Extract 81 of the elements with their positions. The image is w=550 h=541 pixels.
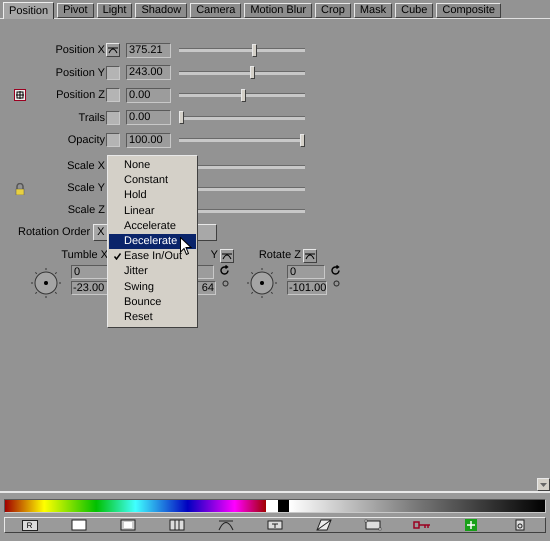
value-field[interactable]: 100.00: [126, 132, 171, 148]
value-field[interactable]: 243.00: [126, 65, 171, 80]
curve-icon: [108, 46, 118, 54]
keyframe-toggle[interactable]: [106, 88, 120, 102]
param-label: Scale Y: [66, 181, 106, 196]
value-field[interactable]: 0.00: [126, 88, 171, 103]
param-label: Opacity: [66, 133, 106, 148]
curve-toggle[interactable]: [303, 248, 317, 262]
menu-item[interactable]: None: [109, 158, 196, 174]
menu-item[interactable]: Decelerate: [109, 234, 196, 250]
menu-item[interactable]: Bounce: [109, 294, 196, 310]
tab[interactable]: Light: [96, 3, 132, 18]
slider[interactable]: [179, 111, 305, 124]
param-label: Y: [210, 248, 218, 264]
keyframe-toggle[interactable]: [106, 133, 120, 148]
toolbar-button[interactable]: [362, 518, 384, 532]
menu-item[interactable]: Reset: [109, 310, 196, 326]
tab[interactable]: Camera: [190, 3, 242, 18]
slider[interactable]: [179, 88, 305, 102]
rotation-dial-icon[interactable]: [30, 266, 62, 298]
value-field[interactable]: 375.21: [126, 42, 171, 58]
menu-item[interactable]: Linear: [109, 204, 196, 219]
menu-item[interactable]: Accelerate: [109, 218, 196, 234]
menu-item[interactable]: Ease In/Out: [109, 249, 196, 264]
lock-icon: [15, 182, 25, 194]
tab[interactable]: Cube: [395, 3, 434, 18]
param-label: Rotation Order: [18, 225, 90, 240]
slider-thumb[interactable]: [240, 88, 246, 102]
reset-icon: [330, 264, 341, 276]
param-label: Trails: [78, 110, 106, 126]
frame-icon: [70, 519, 88, 531]
scroll-down-button[interactable]: [537, 478, 550, 491]
letter-box-icon: R: [22, 520, 38, 530]
gradient-frame-icon: [118, 519, 137, 531]
value-field[interactable]: 0.00: [126, 110, 171, 126]
tab[interactable]: Shadow: [135, 3, 188, 18]
slider[interactable]: [179, 66, 305, 80]
key-icon: [413, 519, 432, 531]
down-arrow-icon: [540, 482, 547, 486]
curve-icon: [216, 519, 235, 531]
value-field[interactable]: -101.00: [287, 280, 327, 294]
tab[interactable]: Position: [3, 2, 54, 19]
slider[interactable]: [179, 44, 305, 57]
menu-item[interactable]: Hold: [109, 188, 196, 204]
param-label: Position Y: [54, 66, 106, 80]
menu-item[interactable]: Jitter: [109, 264, 196, 280]
slider-thumb[interactable]: [300, 134, 305, 147]
param-label: Rotate Z: [258, 248, 301, 264]
value-field[interactable]: 0: [287, 264, 325, 278]
curve-icon: [305, 252, 315, 260]
slider-thumb[interactable]: [179, 111, 184, 124]
check-icon: [114, 253, 121, 260]
slider[interactable]: [179, 134, 305, 147]
tab[interactable]: Composite: [436, 3, 501, 18]
value-field[interactable]: 0: [71, 264, 109, 278]
tab[interactable]: Mask: [354, 3, 392, 18]
crosshair-grid-icon: [14, 89, 26, 102]
curve-icon: [222, 252, 232, 260]
slider-thumb[interactable]: [252, 44, 257, 57]
menu-item[interactable]: Swing: [109, 280, 196, 295]
tab[interactable]: Crop: [315, 3, 351, 18]
curve-toggle[interactable]: [106, 43, 120, 58]
tab[interactable]: Pivot: [57, 3, 94, 18]
param-label: Position X: [54, 43, 106, 58]
menu-item[interactable]: Constant: [109, 173, 196, 188]
rotation-dial-icon[interactable]: [246, 266, 278, 298]
tab[interactable]: Motion Blur: [244, 3, 312, 18]
param-label: Scale X: [66, 159, 106, 174]
keyframe-toggle[interactable]: [106, 110, 120, 125]
keyframe-toggle[interactable]: [106, 66, 120, 80]
circle-icon: [222, 280, 229, 286]
circle-icon: [333, 280, 340, 286]
color-palette-bar[interactable]: [4, 499, 546, 513]
slider-thumb[interactable]: [250, 66, 256, 80]
mouse-pointer-icon: [180, 237, 192, 256]
curve-toggle[interactable]: [220, 248, 234, 262]
toolbar-button[interactable]: R: [18, 518, 41, 532]
param-label: Position Z: [55, 88, 106, 103]
param-label: Tumble X: [61, 248, 108, 264]
param-label: Scale Z: [66, 203, 106, 218]
reset-icon: [219, 264, 230, 276]
